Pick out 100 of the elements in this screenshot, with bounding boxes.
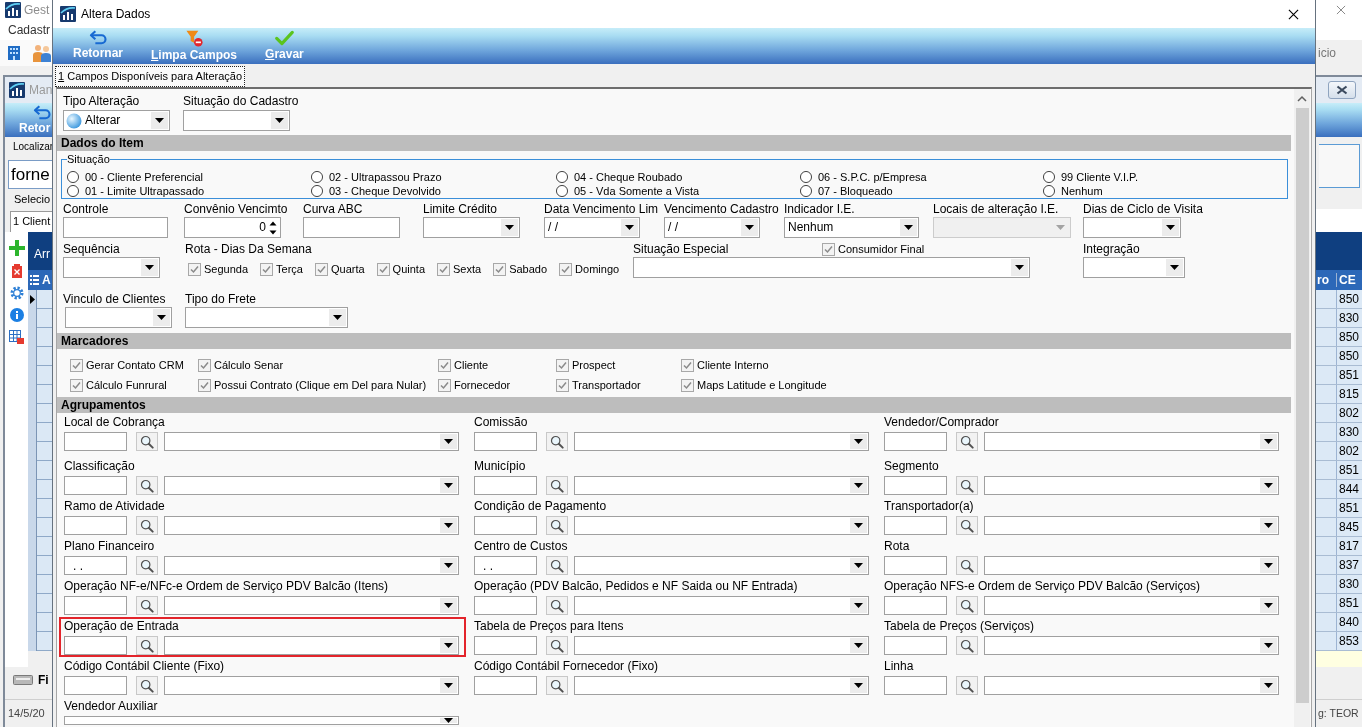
dropdown[interactable] (984, 432, 1279, 451)
people-icon[interactable] (32, 44, 52, 62)
tab[interactable]: 1 Client (10, 211, 52, 232)
checkbox[interactable] (559, 262, 573, 276)
search-button[interactable] (136, 476, 158, 495)
code-field[interactable] (474, 516, 537, 535)
search-button[interactable] (956, 636, 978, 655)
search-button[interactable] (956, 516, 978, 535)
dropdown[interactable] (633, 257, 1030, 278)
search-button[interactable] (546, 556, 568, 575)
radio-button[interactable] (67, 185, 79, 197)
search-button[interactable] (546, 596, 568, 615)
code-field[interactable] (884, 596, 947, 615)
checkbox[interactable] (188, 262, 201, 276)
checkbox[interactable] (260, 262, 274, 276)
search-button[interactable] (546, 516, 568, 535)
checkbox[interactable] (70, 378, 83, 392)
dropdown[interactable] (64, 716, 459, 725)
code-field[interactable] (884, 432, 947, 451)
radio-button[interactable] (1043, 185, 1055, 197)
dropdown[interactable] (574, 432, 869, 451)
search-button[interactable] (136, 596, 158, 615)
tab[interactable]: 1 Campos Disponíveis para Alteração (55, 66, 246, 87)
gear-icon[interactable] (9, 286, 24, 300)
radio-button[interactable] (67, 171, 79, 183)
code-field[interactable] (884, 676, 947, 695)
checkbox[interactable] (198, 358, 211, 372)
scrollbar-thumb[interactable] (1295, 108, 1309, 703)
checkbox[interactable] (681, 358, 694, 372)
dropdown[interactable] (574, 596, 869, 615)
spin-field[interactable]: 0 (184, 217, 281, 238)
panel-icon[interactable] (13, 675, 33, 685)
search-button[interactable] (546, 676, 568, 695)
toolbar-label[interactable]: icio (1318, 45, 1336, 61)
dropdown[interactable] (984, 516, 1279, 535)
dropdown[interactable] (164, 476, 459, 495)
code-field[interactable] (64, 476, 127, 495)
dropdown[interactable] (984, 676, 1279, 695)
dropdown[interactable] (984, 476, 1279, 495)
dropdown[interactable] (164, 676, 459, 695)
plus-icon[interactable] (8, 240, 25, 256)
checkbox[interactable] (556, 378, 569, 392)
dropdown[interactable] (185, 307, 348, 328)
code-field[interactable] (474, 596, 537, 615)
dropdown[interactable] (423, 217, 520, 238)
text-field[interactable] (303, 217, 400, 238)
search-button[interactable] (546, 476, 568, 495)
scrollbar[interactable] (1294, 89, 1310, 727)
checkbox[interactable] (438, 378, 451, 392)
code-field[interactable] (64, 516, 127, 535)
code-field[interactable] (474, 432, 537, 451)
dropdown[interactable] (183, 110, 290, 131)
spin-arrows-icon[interactable] (269, 220, 277, 235)
checkbox[interactable] (493, 262, 507, 276)
search-button[interactable] (956, 432, 978, 451)
dropdown[interactable] (984, 636, 1279, 655)
search-button[interactable] (136, 676, 158, 695)
search-button[interactable] (136, 516, 158, 535)
dropdown[interactable]: Alterar (63, 110, 170, 131)
radio-button[interactable] (311, 171, 323, 183)
dropdown[interactable] (984, 596, 1279, 615)
search-field[interactable]: forne (8, 160, 52, 189)
dropdown[interactable] (164, 596, 459, 615)
search-button[interactable] (136, 636, 158, 655)
search-button[interactable] (956, 476, 978, 495)
checkbox[interactable] (822, 242, 835, 256)
close-icon[interactable] (1336, 5, 1346, 15)
radio-button[interactable] (800, 171, 812, 183)
close-button[interactable] (1328, 81, 1356, 99)
search-button[interactable] (546, 636, 568, 655)
checkbox[interactable] (437, 262, 450, 276)
dropdown[interactable] (574, 636, 869, 655)
code-field[interactable] (64, 432, 127, 451)
search-button[interactable] (546, 432, 568, 451)
code-field[interactable] (884, 556, 947, 575)
dropdown[interactable] (574, 476, 869, 495)
dropdown[interactable]: Nenhum (784, 217, 919, 238)
search-button[interactable] (136, 432, 158, 451)
code-field[interactable] (884, 476, 947, 495)
code-field[interactable] (474, 676, 537, 695)
table-icon[interactable] (9, 330, 24, 344)
info-icon[interactable] (9, 308, 24, 322)
code-field[interactable]: . . (474, 556, 537, 575)
dropdown[interactable] (574, 516, 869, 535)
checkbox[interactable] (438, 358, 451, 372)
text-field[interactable] (63, 217, 168, 238)
checkbox[interactable] (556, 358, 569, 372)
dropdown[interactable] (164, 516, 459, 535)
radio-button[interactable] (800, 185, 812, 197)
radio-button[interactable] (311, 185, 323, 197)
checkbox[interactable] (70, 358, 83, 372)
radio-button[interactable] (556, 185, 568, 197)
dropdown[interactable] (574, 556, 869, 575)
tab[interactable]: Fi (38, 672, 49, 688)
dropdown[interactable] (1083, 217, 1181, 238)
code-field[interactable] (474, 476, 537, 495)
scroll-up-icon[interactable] (1297, 95, 1307, 102)
search-button[interactable] (136, 556, 158, 575)
code-field[interactable] (64, 676, 127, 695)
search-button[interactable] (956, 596, 978, 615)
